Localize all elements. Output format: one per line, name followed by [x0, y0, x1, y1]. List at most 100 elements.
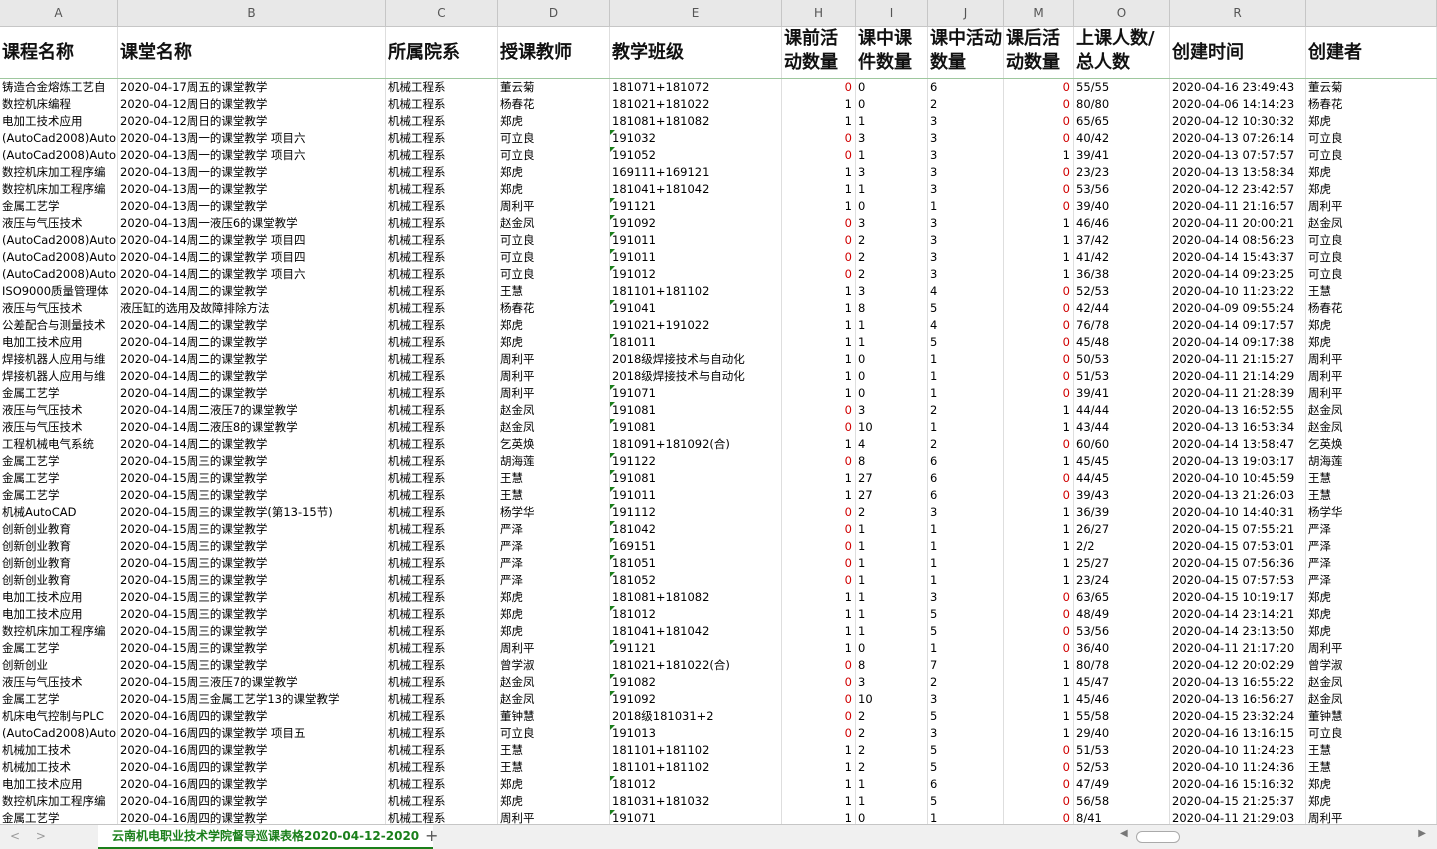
table-cell[interactable]: 王慧 — [1306, 742, 1437, 759]
table-cell[interactable]: 2020-04-15 07:53:01 — [1170, 538, 1306, 555]
header-cell[interactable]: 创建时间 — [1170, 27, 1306, 78]
table-cell[interactable]: 2020-04-10 14:40:31 — [1170, 504, 1306, 521]
table-cell[interactable]: 董云菊 — [1306, 79, 1437, 96]
table-cell[interactable]: 数控机床加工程序编 — [0, 623, 118, 640]
table-cell[interactable]: 郑虎 — [1306, 623, 1437, 640]
table-cell[interactable]: 可立良 — [498, 725, 610, 742]
table-cell[interactable]: 27 — [856, 470, 928, 487]
table-cell[interactable]: 1 — [856, 334, 928, 351]
table-cell[interactable]: 电加工技术应用 — [0, 606, 118, 623]
table-cell[interactable]: 39/41 — [1074, 147, 1170, 164]
table-cell[interactable]: 5 — [928, 759, 1004, 776]
table-cell[interactable]: 1 — [856, 555, 928, 572]
table-cell[interactable]: 0 — [1004, 470, 1074, 487]
table-cell[interactable]: 可立良 — [1306, 232, 1437, 249]
table-cell[interactable]: 0 — [1004, 181, 1074, 198]
table-cell[interactable]: 2020-04-14周二液压8的课堂教学 — [118, 419, 386, 436]
sheet-nav-arrows[interactable]: < > — [10, 829, 52, 843]
table-cell[interactable]: 50/53 — [1074, 351, 1170, 368]
table-cell[interactable]: 181091+181092(合) — [610, 436, 782, 453]
column-letter-C[interactable]: C — [386, 0, 498, 26]
table-cell[interactable]: 机械工程系 — [386, 487, 498, 504]
table-cell[interactable]: 公差配合与测量技术 — [0, 317, 118, 334]
table-cell[interactable]: 电加工技术应用 — [0, 113, 118, 130]
table-cell[interactable]: 3 — [928, 249, 1004, 266]
table-cell[interactable]: 机械工程系 — [386, 453, 498, 470]
table-cell[interactable]: 2020-04-15 07:55:21 — [1170, 521, 1306, 538]
table-cell[interactable]: 2020-04-16 15:16:32 — [1170, 776, 1306, 793]
table-cell[interactable]: 2020-04-13 16:55:22 — [1170, 674, 1306, 691]
table-cell[interactable]: 1 — [1004, 419, 1074, 436]
table-cell[interactable]: 曾学淑 — [498, 657, 610, 674]
table-cell[interactable]: 创新创业教育 — [0, 555, 118, 572]
header-cell[interactable]: 课中活动数量 — [928, 27, 1004, 78]
table-cell[interactable]: 可立良 — [498, 232, 610, 249]
table-cell[interactable]: 机械工程系 — [386, 436, 498, 453]
add-sheet-button[interactable]: + — [425, 826, 438, 845]
table-cell[interactable]: 电加工技术应用 — [0, 776, 118, 793]
table-cell[interactable]: 0 — [1004, 198, 1074, 215]
table-cell[interactable]: 2 — [856, 504, 928, 521]
table-cell[interactable]: 郑虎 — [498, 334, 610, 351]
table-cell[interactable]: 郑虎 — [1306, 606, 1437, 623]
table-cell[interactable]: 电加工技术应用 — [0, 334, 118, 351]
table-cell[interactable]: 1 — [782, 351, 856, 368]
table-cell[interactable]: 可立良 — [1306, 130, 1437, 147]
table-cell[interactable]: 数控机床加工程序编 — [0, 181, 118, 198]
table-cell[interactable]: 0 — [782, 674, 856, 691]
table-cell[interactable]: 2020-04-15 23:32:24 — [1170, 708, 1306, 725]
table-cell[interactable]: 2020-04-15周三的课堂教学 — [118, 606, 386, 623]
table-cell[interactable]: 181101+181102 — [610, 742, 782, 759]
table-cell[interactable]: 0 — [782, 402, 856, 419]
table-cell[interactable]: 周利平 — [1306, 640, 1437, 657]
table-cell[interactable]: 赵金凤 — [498, 674, 610, 691]
table-cell[interactable]: 2020-04-13周一的课堂教学 — [118, 164, 386, 181]
table-cell[interactable]: 机械工程系 — [386, 96, 498, 113]
table-cell[interactable]: 机械工程系 — [386, 504, 498, 521]
table-cell[interactable]: 2 — [928, 96, 1004, 113]
table-cell[interactable]: 王慧 — [1306, 487, 1437, 504]
table-cell[interactable]: 机械工程系 — [386, 708, 498, 725]
table-cell[interactable]: 周利平 — [498, 198, 610, 215]
table-cell[interactable]: 3 — [856, 130, 928, 147]
table-cell[interactable]: 2020-04-15周三液压7的课堂教学 — [118, 674, 386, 691]
table-cell[interactable]: 王慧 — [498, 283, 610, 300]
table-cell[interactable]: 42/44 — [1074, 300, 1170, 317]
table-cell[interactable]: 周利平 — [1306, 351, 1437, 368]
table-cell[interactable]: 机械工程系 — [386, 674, 498, 691]
table-cell[interactable]: 2020-04-11 21:14:29 — [1170, 368, 1306, 385]
table-cell[interactable]: 郑虎 — [1306, 164, 1437, 181]
table-cell[interactable]: 机械工程系 — [386, 759, 498, 776]
table-cell[interactable]: 严泽 — [498, 538, 610, 555]
table-cell[interactable]: 机械工程系 — [386, 215, 498, 232]
table-cell[interactable]: 2020-04-13周一的课堂教学 项目六 — [118, 147, 386, 164]
table-cell[interactable]: 0 — [1004, 317, 1074, 334]
table-cell[interactable]: 1 — [782, 368, 856, 385]
table-cell[interactable]: 机械工程系 — [386, 572, 498, 589]
table-cell[interactable]: 王慧 — [498, 470, 610, 487]
table-cell[interactable]: 机械工程系 — [386, 181, 498, 198]
table-cell[interactable]: 191071 — [610, 385, 782, 402]
table-cell[interactable]: 5 — [928, 742, 1004, 759]
table-cell[interactable]: 1 — [782, 487, 856, 504]
table-cell[interactable]: 赵金凤 — [498, 402, 610, 419]
table-cell[interactable]: 机床电气控制与PLC — [0, 708, 118, 725]
table-cell[interactable]: 2020-04-15周三的课堂教学 — [118, 521, 386, 538]
table-cell[interactable]: 1 — [782, 640, 856, 657]
table-cell[interactable]: 机械工程系 — [386, 776, 498, 793]
table-cell[interactable]: 2020-04-15周三的课堂教学(第13-15节) — [118, 504, 386, 521]
table-cell[interactable]: 数控机床加工程序编 — [0, 793, 118, 810]
table-cell[interactable]: 赵金凤 — [1306, 419, 1437, 436]
table-cell[interactable]: 1 — [1004, 538, 1074, 555]
table-cell[interactable]: 0 — [1004, 283, 1074, 300]
table-cell[interactable]: 51/53 — [1074, 368, 1170, 385]
table-cell[interactable]: 2020-04-16周四的课堂教学 — [118, 708, 386, 725]
table-cell[interactable]: 2020-04-14周二的课堂教学 — [118, 317, 386, 334]
table-cell[interactable]: 机械工程系 — [386, 657, 498, 674]
table-cell[interactable]: 46/46 — [1074, 215, 1170, 232]
table-cell[interactable]: 液压缸的选用及故障排除方法 — [118, 300, 386, 317]
table-cell[interactable]: 杨春花 — [1306, 96, 1437, 113]
table-cell[interactable]: 2020-04-15周三的课堂教学 — [118, 657, 386, 674]
table-cell[interactable]: 0 — [782, 419, 856, 436]
table-cell[interactable]: 0 — [1004, 793, 1074, 810]
